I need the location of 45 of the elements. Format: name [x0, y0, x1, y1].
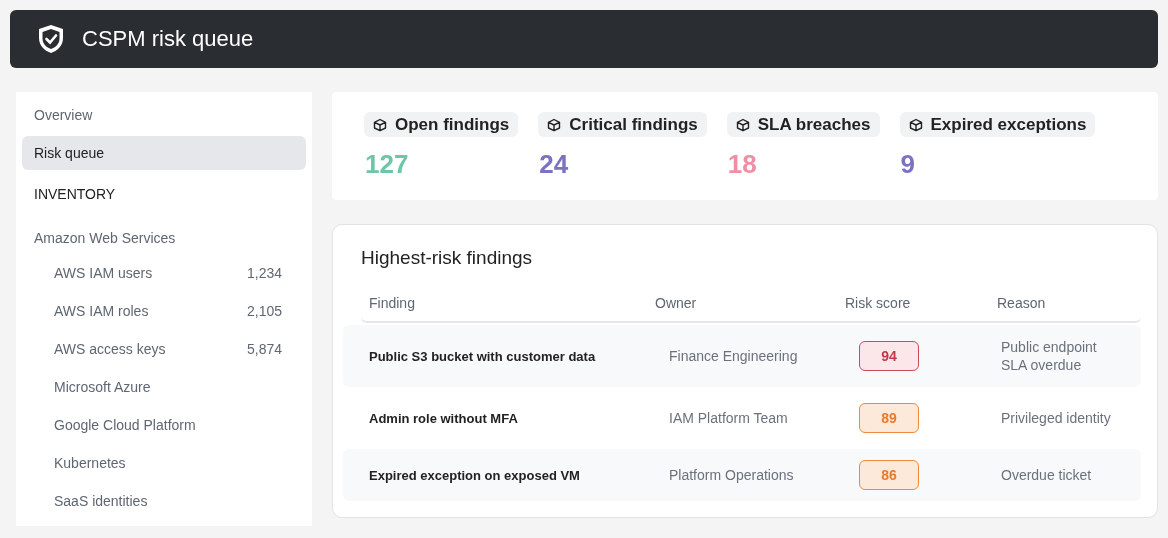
risk-score: 86	[859, 460, 919, 490]
table-cell-text: Expired exception on exposed VM	[369, 467, 581, 483]
nav-item[interactable]: Overview	[22, 98, 306, 132]
app-title: CSPM risk queue	[82, 26, 254, 52]
stat-label-text: SLA breaches	[757, 114, 871, 135]
inventory-item[interactable]: AWS IAM roles	[54, 303, 149, 319]
inventory-item[interactable]: Kubernetes	[22, 444, 306, 482]
shield-check-icon	[36, 23, 66, 55]
inventory-item[interactable]: AWS IAM users	[54, 265, 153, 281]
cube-icon	[373, 117, 387, 132]
table-cell-text: Admin role without MFA	[369, 410, 519, 426]
stat-value: 127	[364, 149, 409, 180]
section-heading: INVENTORY	[33, 185, 117, 204]
table-cell-text: Finance Engineering	[669, 348, 799, 364]
item-count: 5,874	[246, 341, 282, 357]
risk-score: 94	[859, 341, 919, 371]
table-cell-text: Privileged identity	[1001, 409, 1112, 427]
nav-item[interactable]: Risk queue	[22, 136, 306, 170]
inventory-item[interactable]: Microsoft Azure	[22, 368, 306, 406]
cube-icon	[735, 117, 750, 132]
stat-label-text: Expired exceptions	[930, 114, 1087, 135]
table-cell-text: Platform Operations	[669, 467, 795, 483]
stat-value: 24	[538, 149, 569, 180]
stat-label-text: Critical findings	[569, 114, 698, 135]
table-cell-text: Public endpoint SLA overdue	[1001, 338, 1098, 374]
item-count: 1,234	[246, 265, 282, 281]
inventory-item[interactable]: SaaS identities	[22, 482, 306, 520]
card-title: Highest-risk findings	[360, 247, 534, 269]
inventory-item[interactable]: Google Cloud Platform	[22, 406, 306, 444]
column-header: Owner	[655, 295, 698, 311]
table-cell-text: IAM Platform Team	[669, 410, 789, 426]
table-cell-text: Overdue ticket	[1001, 466, 1093, 484]
cube-icon	[547, 117, 562, 132]
risk-score: 89	[859, 403, 919, 433]
column-header: Risk score	[845, 295, 912, 311]
provider-item[interactable]: Amazon Web Services	[22, 216, 306, 254]
inventory-item[interactable]: AWS access keys	[54, 341, 166, 357]
table-cell-text: Public S3 bucket with customer data	[369, 348, 597, 364]
stat-value: 18	[726, 149, 757, 180]
stat-label-text: Open findings	[395, 114, 510, 135]
column-header: Finding	[369, 295, 416, 311]
item-count: 2,105	[246, 303, 282, 319]
column-header: Reason	[997, 295, 1047, 311]
cube-icon	[908, 117, 923, 132]
stat-value: 9	[899, 149, 915, 180]
